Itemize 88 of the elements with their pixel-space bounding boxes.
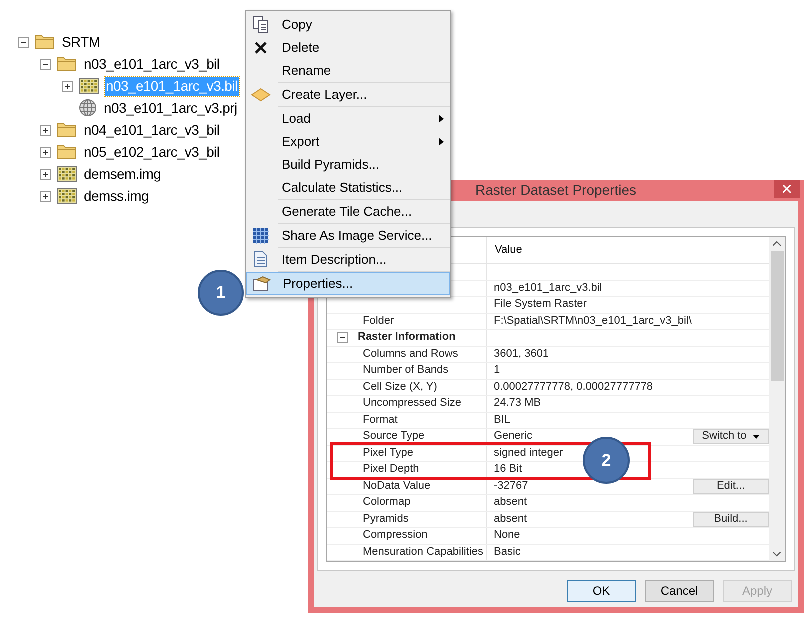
- folder-icon: [57, 56, 77, 72]
- property-name: Cell Size (X, Y): [362, 380, 438, 395]
- caret-icon: [752, 434, 760, 439]
- property-name: Source Type: [362, 429, 425, 444]
- property-name: Columns and Rows: [362, 346, 458, 362]
- window-title: Raster Dataset Properties: [475, 181, 637, 200]
- property-value: 3601, 3601: [493, 346, 550, 362]
- row-button[interactable]: Build...: [693, 512, 769, 527]
- property-value: None: [493, 528, 520, 544]
- raster-grid-icon: [57, 188, 77, 204]
- document-icon: [254, 251, 268, 268]
- property-name: Uncompressed Size: [362, 396, 462, 412]
- property-value: 16 Bit: [493, 462, 522, 478]
- collapse-icon[interactable]: [40, 58, 51, 70]
- tree-item[interactable]: SRTM: [61, 32, 102, 52]
- copy-icon: [253, 16, 269, 34]
- expand-icon[interactable]: [62, 80, 73, 92]
- menu-item[interactable]: Build Pyramids...: [246, 153, 450, 176]
- property-value: -32767: [493, 478, 528, 494]
- dialog-button[interactable]: OK: [567, 580, 636, 602]
- menu-item[interactable]: Item Description...: [246, 248, 450, 271]
- collapse-icon[interactable]: [18, 36, 29, 48]
- menu-item[interactable]: Properties...: [246, 272, 450, 295]
- grid-icon: [253, 228, 269, 244]
- property-value: Generic: [493, 429, 533, 444]
- row-button[interactable]: Edit...: [693, 478, 769, 494]
- menu-item[interactable]: Create Layer...: [246, 83, 450, 106]
- property-value: F:\Spatial\SRTM\n03_e101_1arc_v3_bil\: [493, 314, 692, 329]
- folder-icon: [35, 34, 55, 50]
- tree-item[interactable]: demsem.img: [83, 164, 162, 184]
- expand-icon[interactable]: [40, 124, 51, 136]
- property-value: n03_e101_1arc_v3.bil: [493, 280, 602, 296]
- globe-icon: [79, 99, 97, 117]
- property-name: Compression: [362, 528, 428, 544]
- tree-item[interactable]: n03_e101_1arc_v3_bil: [83, 54, 221, 74]
- menu-item[interactable]: Export: [246, 130, 450, 153]
- property-value: 1: [493, 363, 500, 378]
- property-value: File System Raster: [493, 297, 587, 312]
- column-header: Value: [494, 242, 522, 258]
- folder-icon: [57, 122, 77, 138]
- property-name: Format: [362, 412, 398, 428]
- raster-grid-icon: [57, 166, 77, 182]
- submenu-arrow-icon: [439, 114, 444, 122]
- tree-item[interactable]: n05_e102_1arc_v3_bil: [83, 142, 221, 162]
- menu-item[interactable]: Generate Tile Cache...: [246, 200, 450, 223]
- expand-icon[interactable]: [40, 190, 51, 202]
- folder-icon: [57, 144, 77, 160]
- expand-icon[interactable]: [40, 146, 51, 158]
- property-name: Pyramids: [362, 512, 409, 527]
- dropdown-button[interactable]: Switch to: [693, 429, 769, 444]
- property-name: Pixel Type: [362, 446, 414, 461]
- tree-item[interactable]: demss.img: [83, 186, 150, 206]
- property-name: Pixel Depth: [362, 462, 420, 478]
- properties-icon: [253, 276, 271, 292]
- property-name: Number of Bands: [362, 363, 449, 378]
- scroll-thumb[interactable]: [770, 251, 784, 381]
- property-value: BIL: [493, 412, 511, 428]
- submenu-arrow-icon: [439, 138, 444, 146]
- raster-grid-icon: [79, 78, 99, 94]
- tree-item[interactable]: n04_e101_1arc_v3_bil: [83, 120, 221, 140]
- menu-item[interactable]: Delete: [246, 36, 450, 59]
- menu-item[interactable]: Copy: [246, 13, 450, 36]
- property-name: Folder: [362, 314, 394, 329]
- property-name: Colormap: [362, 495, 411, 510]
- expand-icon[interactable]: [40, 168, 51, 180]
- tree-item[interactable]: n03_e101_1arc_v3.prj: [103, 98, 238, 118]
- scroll-down-icon: [773, 552, 781, 557]
- property-value: absent: [493, 495, 528, 510]
- callout-badge: 1: [198, 270, 244, 316]
- menu-item[interactable]: Share As Image Service...: [246, 224, 450, 247]
- menu-item[interactable]: Rename: [246, 59, 450, 82]
- dialog-button[interactable]: Cancel: [645, 580, 714, 602]
- delete-icon: [255, 42, 267, 54]
- menu-item[interactable]: Calculate Statistics...: [246, 176, 450, 199]
- close-icon: [783, 185, 791, 193]
- menu-item[interactable]: Load: [246, 107, 450, 130]
- property-name: NoData Value: [362, 478, 431, 494]
- close-button[interactable]: [774, 180, 800, 198]
- property-value: signed integer: [493, 446, 564, 461]
- category-label: Raster Information: [358, 330, 456, 346]
- property-value: absent: [493, 512, 528, 527]
- diamond-icon: [251, 88, 271, 102]
- property-value: 24.73 MB: [493, 396, 542, 412]
- property-value: Basic: [493, 544, 521, 560]
- collapse-icon[interactable]: [337, 332, 348, 344]
- property-name: Mensuration Capabilities: [362, 544, 484, 560]
- scroll-up-icon: [773, 241, 781, 246]
- property-value: 0.00027777778, 0.00027777778: [493, 380, 654, 395]
